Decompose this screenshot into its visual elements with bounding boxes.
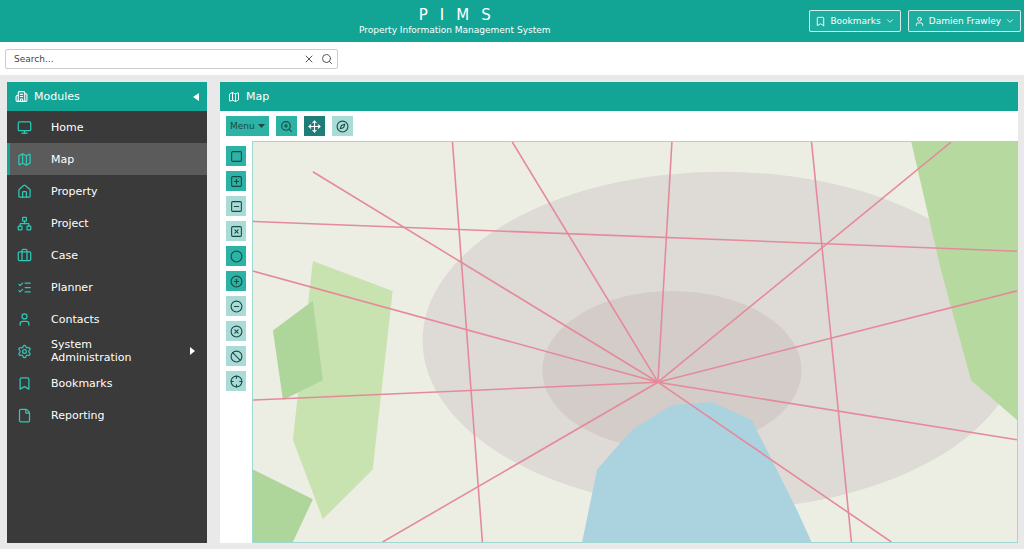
map-road bbox=[313, 172, 658, 382]
map-image[interactable] bbox=[253, 142, 1017, 542]
sidebar-item[interactable]: Home bbox=[7, 111, 207, 143]
circle-icon bbox=[230, 250, 243, 263]
search-row bbox=[0, 42, 1024, 75]
map-road bbox=[253, 382, 658, 400]
toolbar: Menu bbox=[220, 111, 1018, 141]
clear-icon[interactable] bbox=[303, 53, 315, 65]
zoom-icon bbox=[280, 120, 293, 133]
collapse-icon[interactable] bbox=[193, 93, 199, 101]
map-road bbox=[658, 142, 672, 382]
brand: PIMSProperty Information Management Syst… bbox=[0, 6, 809, 36]
draw-tool-button[interactable] bbox=[226, 346, 246, 366]
rectangle-icon bbox=[230, 150, 243, 163]
draw-tools bbox=[226, 141, 246, 543]
map-road bbox=[512, 142, 658, 382]
module-icon bbox=[17, 120, 32, 135]
module-icon bbox=[17, 312, 32, 327]
draw-tool-button[interactable] bbox=[226, 146, 246, 166]
tool-button[interactable] bbox=[276, 116, 297, 136]
draw-tool-button[interactable] bbox=[226, 296, 246, 316]
bookmark-icon bbox=[815, 16, 826, 27]
tool-button[interactable] bbox=[304, 116, 325, 136]
map-road bbox=[383, 382, 658, 542]
user-button[interactable]: Damien Frawley bbox=[908, 10, 1021, 32]
bookmarks-button[interactable]: Bookmarks bbox=[809, 10, 900, 32]
sidebar-item[interactable]: Case bbox=[7, 239, 207, 271]
sidebar-item[interactable]: Project bbox=[7, 207, 207, 239]
sidebar-item[interactable]: Property bbox=[7, 175, 207, 207]
app-subtitle: Property Information Management System bbox=[359, 24, 551, 36]
circle-clear-icon bbox=[230, 325, 243, 338]
map-road bbox=[253, 271, 658, 382]
draw-tool-button[interactable] bbox=[226, 321, 246, 341]
tool-button[interactable] bbox=[332, 116, 353, 136]
draw-tool-button[interactable] bbox=[226, 271, 246, 291]
circle-remove-icon bbox=[230, 300, 243, 313]
map-road bbox=[658, 382, 891, 542]
map-road bbox=[253, 221, 1017, 251]
map-road bbox=[658, 142, 951, 382]
map-canvas[interactable] bbox=[252, 141, 1018, 543]
sidebar-item[interactable]: Map bbox=[7, 143, 207, 175]
module-icon bbox=[17, 248, 32, 263]
rectangle-clear-icon bbox=[230, 225, 243, 238]
caret-icon bbox=[258, 124, 265, 128]
map-icon bbox=[228, 91, 240, 103]
module-icon bbox=[17, 216, 32, 231]
expand-icon bbox=[190, 347, 195, 355]
module-icon bbox=[17, 376, 32, 391]
rectangle-add-icon bbox=[230, 175, 243, 188]
locate-icon bbox=[230, 375, 243, 388]
sidebar-item[interactable]: Bookmarks bbox=[7, 367, 207, 399]
draw-tool-button[interactable] bbox=[226, 246, 246, 266]
map-road bbox=[658, 291, 1017, 382]
module-icon bbox=[17, 184, 32, 199]
caret-icon bbox=[885, 16, 895, 26]
draw-tool-button[interactable] bbox=[226, 221, 246, 241]
cancel-icon bbox=[230, 350, 243, 363]
map-road bbox=[658, 382, 1017, 440]
search-box bbox=[5, 49, 338, 69]
module-icon bbox=[17, 344, 32, 359]
app-title: PIMS bbox=[407, 6, 503, 24]
map-road bbox=[812, 142, 852, 542]
map-panel: Map Menu bbox=[220, 82, 1018, 543]
app: PIMSProperty Information Management Syst… bbox=[0, 0, 1024, 549]
draw-tool-button[interactable] bbox=[226, 196, 246, 216]
module-icon bbox=[17, 408, 32, 423]
header: PIMSProperty Information Management Syst… bbox=[0, 0, 1024, 42]
sidebar-item[interactable]: System Administration bbox=[7, 335, 207, 367]
sidebar: ModulesHomeMapPropertyProjectCasePlanner… bbox=[7, 82, 207, 543]
rectangle-remove-icon bbox=[230, 200, 243, 213]
search-input[interactable] bbox=[12, 53, 297, 65]
sidebar-item[interactable]: Planner bbox=[7, 271, 207, 303]
sidebar-item[interactable]: Contacts bbox=[7, 303, 207, 335]
panel-header: Map bbox=[220, 82, 1018, 111]
circle-add-icon bbox=[230, 275, 243, 288]
search-icon[interactable] bbox=[321, 53, 333, 65]
draw-tool-button[interactable] bbox=[226, 371, 246, 391]
menu-button[interactable]: Menu bbox=[226, 116, 269, 136]
module-icon bbox=[17, 280, 32, 295]
caret-icon bbox=[1005, 16, 1015, 26]
map-road bbox=[452, 142, 482, 542]
module-icon bbox=[17, 152, 32, 167]
pan-icon bbox=[308, 120, 321, 133]
compass-icon bbox=[336, 120, 349, 133]
draw-tool-button[interactable] bbox=[226, 171, 246, 191]
sidebar-header: Modules bbox=[7, 82, 207, 111]
user-icon bbox=[914, 16, 925, 27]
sidebar-item[interactable]: Reporting bbox=[7, 399, 207, 431]
modules-icon bbox=[15, 90, 28, 103]
